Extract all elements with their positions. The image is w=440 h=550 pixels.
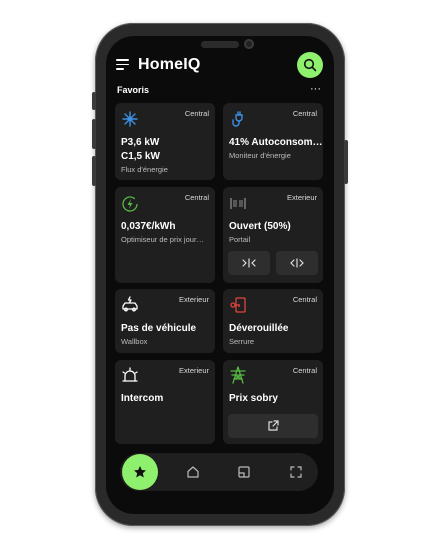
open-arrows-icon xyxy=(290,258,304,268)
card-price-sobry[interactable]: Central Prix sobry xyxy=(223,360,323,444)
card-value: Prix sobry xyxy=(229,393,278,404)
card-value: 41% Autoconsom… xyxy=(229,137,323,148)
bottom-nav xyxy=(120,453,318,491)
card-energy-monitor[interactable]: Central 41% Autoconsom… Moniteur d'énerg… xyxy=(223,103,323,180)
open-external-button[interactable] xyxy=(228,414,318,438)
car-charger-icon xyxy=(122,296,138,312)
card-intercom[interactable]: Exterieur Intercom xyxy=(115,360,215,444)
card-lock[interactable]: Central Déverouillée Serrure xyxy=(223,289,323,353)
card-subtitle: Wallbox xyxy=(121,337,148,346)
network-icon xyxy=(122,111,138,127)
nav-scan[interactable] xyxy=(286,462,306,482)
nav-home[interactable] xyxy=(183,462,203,482)
close-arrows-icon xyxy=(242,258,256,268)
card-value: Déverouillée xyxy=(229,323,289,334)
card-subtitle: Optimiseur de prix jour… xyxy=(121,235,204,244)
tower-icon xyxy=(230,366,246,384)
card-tag: Exterieur xyxy=(178,295,209,304)
gate-open-button[interactable] xyxy=(276,251,318,275)
card-tag: Central xyxy=(292,366,317,375)
camera xyxy=(244,39,254,49)
widget-icon xyxy=(238,466,250,478)
card-tag: Central xyxy=(292,109,317,118)
phone-power-button xyxy=(344,140,348,184)
menu-icon[interactable] xyxy=(116,59,129,73)
dynamic-island xyxy=(201,41,239,48)
card-value: Ouvert (50%) xyxy=(229,221,291,232)
card-tag: Central xyxy=(184,193,209,202)
card-subtitle: Serrure xyxy=(229,337,255,346)
card-subtitle: Flux d'énergie xyxy=(121,165,168,174)
card-energy-flow[interactable]: Central P3,6 kW C1,5 kW Flux d'énergie xyxy=(115,103,215,180)
search-icon xyxy=(303,58,317,72)
scan-icon xyxy=(290,466,302,478)
plug-icon xyxy=(232,111,243,127)
app-title: HomeIQ xyxy=(138,56,201,73)
phone-volume-down xyxy=(92,156,96,186)
bell-icon xyxy=(122,367,138,382)
card-subtitle: Portail xyxy=(229,235,251,244)
card-tag: Exterieur xyxy=(286,193,317,202)
card-price-optimizer[interactable]: Central 0,037€/kWh Optimiseur de prix jo… xyxy=(115,187,215,283)
home-icon xyxy=(187,466,199,478)
lightning-icon xyxy=(122,196,138,212)
card-value: 0,037€/kWh xyxy=(121,221,176,232)
card-wallbox[interactable]: Exterieur Pas de véhicule Wallbox xyxy=(115,289,215,353)
gate-close-button[interactable] xyxy=(228,251,270,275)
nav-widgets[interactable] xyxy=(234,462,254,482)
search-button[interactable] xyxy=(297,52,323,78)
gate-icon xyxy=(230,198,246,209)
nav-favorites[interactable] xyxy=(122,454,158,490)
more-options-button[interactable]: ··· xyxy=(310,84,321,95)
card-value-consumption: C1,5 kW xyxy=(121,151,160,162)
card-tag: Central xyxy=(292,295,317,304)
card-value: Intercom xyxy=(121,393,164,404)
section-title: Favoris xyxy=(117,85,150,95)
star-icon xyxy=(134,466,146,478)
card-value: Pas de véhicule xyxy=(121,323,197,334)
lock-icon xyxy=(230,297,246,313)
phone-side-button xyxy=(92,92,96,110)
card-gate[interactable]: Exterieur Ouvert (50%) Portail xyxy=(223,187,323,283)
card-subtitle: Moniteur d'énergie xyxy=(229,151,291,160)
card-value-production: P3,6 kW xyxy=(121,137,160,148)
phone-volume-up xyxy=(92,119,96,149)
external-link-icon xyxy=(268,420,279,431)
card-tag: Central xyxy=(184,109,209,118)
card-tag: Exterieur xyxy=(178,366,209,375)
